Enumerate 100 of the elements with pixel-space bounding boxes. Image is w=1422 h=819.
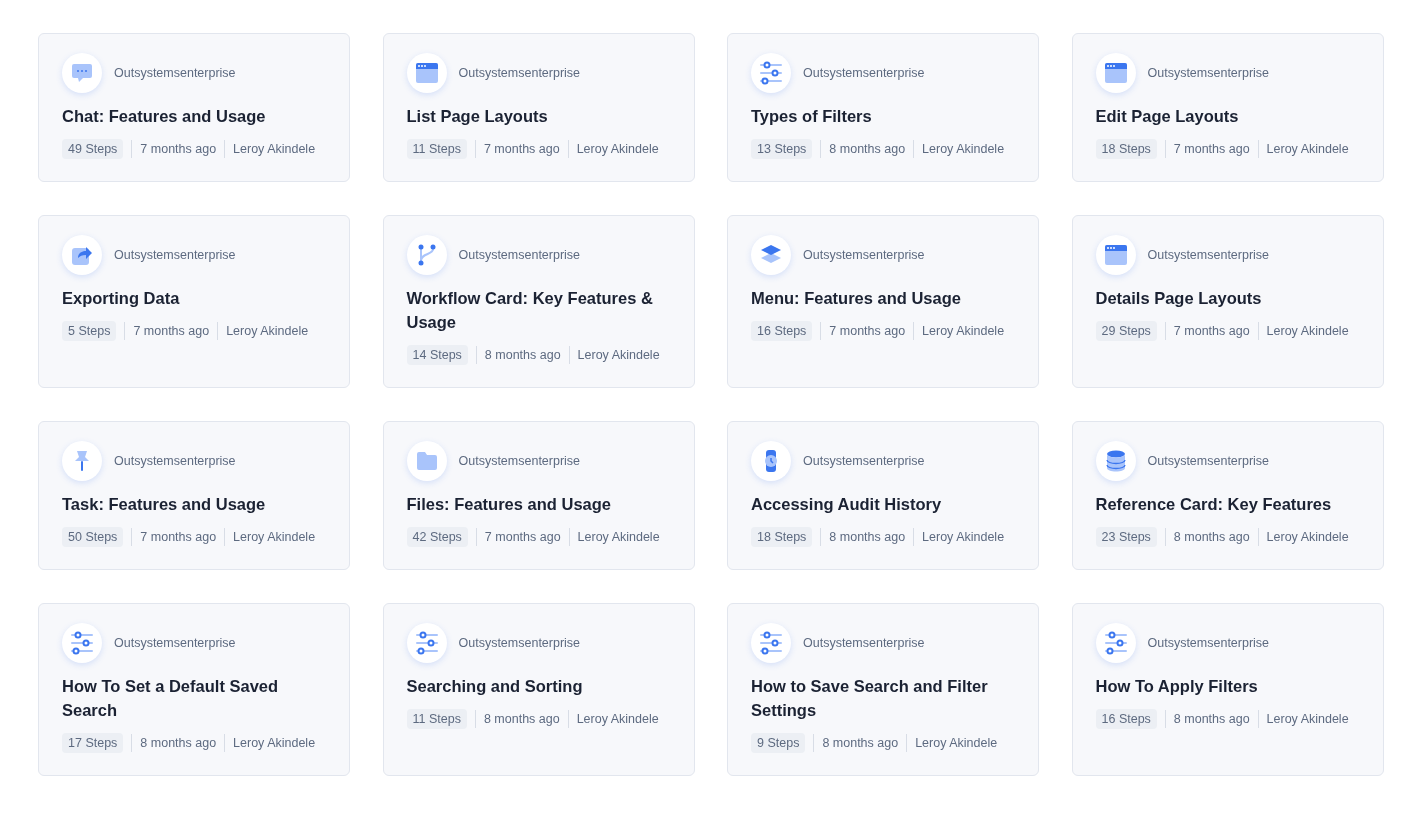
- author-name: Leroy Akindele: [922, 142, 1005, 156]
- time-ago: 8 months ago: [829, 142, 906, 156]
- guide-title: Details Page Layouts: [1095, 288, 1263, 309]
- steps-count: 18 Steps: [1095, 139, 1157, 159]
- guide-card[interactable]: Outsystemsenterprise Searching and Sorting 11 Steps 8 months ago Leroy Akindele: [382, 603, 695, 776]
- guide-card[interactable]: Outsystemsenterprise Accessing Audit History 18 Steps 8 months ago Leroy Akindele: [727, 421, 1039, 570]
- steps-count: 16 Steps: [751, 321, 813, 341]
- guide-title: Exporting Data: [62, 288, 181, 309]
- source-name: Outsystemsenterprise: [114, 454, 236, 468]
- source-name: Outsystemsenterprise: [458, 66, 581, 80]
- guide-title: Chat: Features and Usage: [62, 106, 267, 127]
- author-name: Leroy Akindele: [577, 348, 660, 362]
- time-ago: 7 months ago: [483, 142, 560, 156]
- guide-card[interactable]: Outsystemsenterprise Files: Features and Usage 42 Steps 7 months ago Leroy Akindele: [382, 421, 695, 570]
- guide-title: Edit Page Layouts: [1095, 106, 1240, 127]
- source-name: Outsystemsenterprise: [803, 454, 925, 468]
- source-name: Outsystemsenterprise: [114, 248, 236, 262]
- author-name: Leroy Akindele: [233, 736, 316, 750]
- browser-window-icon: [1103, 61, 1128, 85]
- time-ago: 7 months ago: [829, 324, 906, 338]
- author-name: Leroy Akindele: [922, 324, 1005, 338]
- steps-count: 17 Steps: [62, 733, 124, 753]
- source-name: Outsystemsenterprise: [803, 248, 925, 262]
- guide-card[interactable]: Outsystemsenterprise Types of Filters 13 Steps 8 months ago Leroy Akindele: [727, 33, 1039, 182]
- sliders-icon: [759, 61, 783, 85]
- steps-count: 42 Steps: [406, 527, 468, 547]
- sliders-icon: [1103, 631, 1128, 655]
- time-ago: 8 months ago: [140, 736, 217, 750]
- time-ago: 7 months ago: [133, 324, 210, 338]
- guide-title: How to Save Search and Filter Settings: [751, 676, 989, 721]
- source-name: Outsystemsenterprise: [458, 454, 581, 468]
- guide-title: Menu: Features and Usage: [751, 288, 962, 309]
- author-name: Leroy Akindele: [922, 530, 1005, 544]
- author-name: Leroy Akindele: [576, 712, 659, 726]
- steps-count: 18 Steps: [751, 527, 813, 547]
- sliders-icon: [759, 631, 783, 655]
- time-ago: 8 months ago: [483, 712, 560, 726]
- guide-card[interactable]: Outsystemsenterprise How To Set a Default Saved Search 17 Steps 8 months ago Leroy Akindele: [38, 603, 350, 776]
- time-ago: 8 months ago: [484, 348, 561, 362]
- browser-window-icon: [1103, 243, 1128, 267]
- guide-card[interactable]: Outsystemsenterprise List Page Layouts 11 Steps 7 months ago Leroy Akindele: [382, 33, 695, 182]
- source-name: Outsystemsenterprise: [803, 66, 925, 80]
- guide-title: How To Apply Filters: [1095, 676, 1259, 697]
- source-name: Outsystemsenterprise: [803, 636, 925, 650]
- browser-window-icon: [414, 61, 439, 85]
- author-name: Leroy Akindele: [577, 530, 660, 544]
- sliders-icon: [70, 631, 94, 655]
- author-name: Leroy Akindele: [1266, 530, 1349, 544]
- time-ago: 7 months ago: [140, 142, 217, 156]
- author-name: Leroy Akindele: [233, 530, 316, 544]
- author-name: Leroy Akindele: [1266, 712, 1349, 726]
- guide-card[interactable]: Outsystemsenterprise Menu: Features and Usage 16 Steps 7 months ago Leroy Akindele: [727, 215, 1039, 388]
- steps-count: 49 Steps: [62, 139, 124, 159]
- guide-card[interactable]: Outsystemsenterprise How To Apply Filters 16 Steps 8 months ago Leroy Akindele: [1071, 603, 1384, 776]
- guide-title: How To Set a Default Saved Search: [62, 676, 280, 721]
- steps-count: 11 Steps: [406, 709, 467, 729]
- guide-card[interactable]: Outsystemsenterprise Edit Page Layouts 18 Steps 7 months ago Leroy Akindele: [1071, 33, 1384, 182]
- source-name: Outsystemsenterprise: [1147, 248, 1270, 262]
- steps-count: 29 Steps: [1095, 321, 1157, 341]
- guide-card[interactable]: Outsystemsenterprise Task: Features and Usage 50 Steps 7 months ago Leroy Akindele: [38, 421, 350, 570]
- guide-title: List Page Layouts: [406, 106, 549, 127]
- steps-count: 23 Steps: [1095, 527, 1157, 547]
- time-ago: 8 months ago: [1173, 530, 1250, 544]
- source-name: Outsystemsenterprise: [458, 636, 581, 650]
- guide-title: Task: Features and Usage: [62, 494, 267, 515]
- guide-card[interactable]: Outsystemsenterprise Workflow Card: Key Features & Usage 14 Steps 8 months ago Leroy Akindele: [382, 215, 695, 388]
- guide-title: Files: Features and Usage: [406, 494, 612, 515]
- source-name: Outsystemsenterprise: [1147, 636, 1270, 650]
- source-name: Outsystemsenterprise: [1147, 66, 1270, 80]
- guide-card[interactable]: Outsystemsenterprise Exporting Data 5 Steps 7 months ago Leroy Akindele: [38, 215, 350, 388]
- author-name: Leroy Akindele: [233, 142, 316, 156]
- author-name: Leroy Akindele: [915, 736, 998, 750]
- sliders-icon: [414, 631, 439, 655]
- steps-count: 13 Steps: [751, 139, 813, 159]
- time-ago: 8 months ago: [829, 530, 906, 544]
- source-name: Outsystemsenterprise: [1147, 454, 1270, 468]
- guide-card[interactable]: Outsystemsenterprise Reference Card: Key Features 23 Steps 8 months ago Leroy Akindele: [1071, 421, 1384, 570]
- time-ago: 7 months ago: [140, 530, 217, 544]
- time-ago: 7 months ago: [484, 530, 561, 544]
- steps-count: 5 Steps: [62, 321, 117, 341]
- author-name: Leroy Akindele: [576, 142, 659, 156]
- guide-card[interactable]: Outsystemsenterprise Chat: Features and Usage 49 Steps 7 months ago Leroy Akindele: [38, 33, 350, 182]
- guide-card[interactable]: Outsystemsenterprise Details Page Layouts 29 Steps 7 months ago Leroy Akindele: [1071, 215, 1384, 388]
- guide-title: Workflow Card: Key Features & Usage: [406, 288, 654, 333]
- time-ago: 8 months ago: [822, 736, 899, 750]
- steps-count: 50 Steps: [62, 527, 124, 547]
- guide-title: Accessing Audit History: [751, 494, 943, 515]
- guide-card[interactable]: Outsystemsenterprise How to Save Search and Filter Settings 9 Steps 8 months ago Leroy Akindele: [727, 603, 1039, 776]
- author-name: Leroy Akindele: [1266, 142, 1349, 156]
- guide-title: Types of Filters: [751, 106, 873, 127]
- source-name: Outsystemsenterprise: [114, 636, 236, 650]
- steps-count: 11 Steps: [406, 139, 467, 159]
- steps-count: 16 Steps: [1095, 709, 1157, 729]
- guide-title: Searching and Sorting: [406, 676, 584, 697]
- time-ago: 8 months ago: [1173, 712, 1250, 726]
- source-name: Outsystemsenterprise: [114, 66, 236, 80]
- folder-icon: [414, 449, 439, 473]
- steps-count: 14 Steps: [406, 345, 468, 365]
- time-ago: 7 months ago: [1173, 324, 1250, 338]
- source-name: Outsystemsenterprise: [458, 248, 581, 262]
